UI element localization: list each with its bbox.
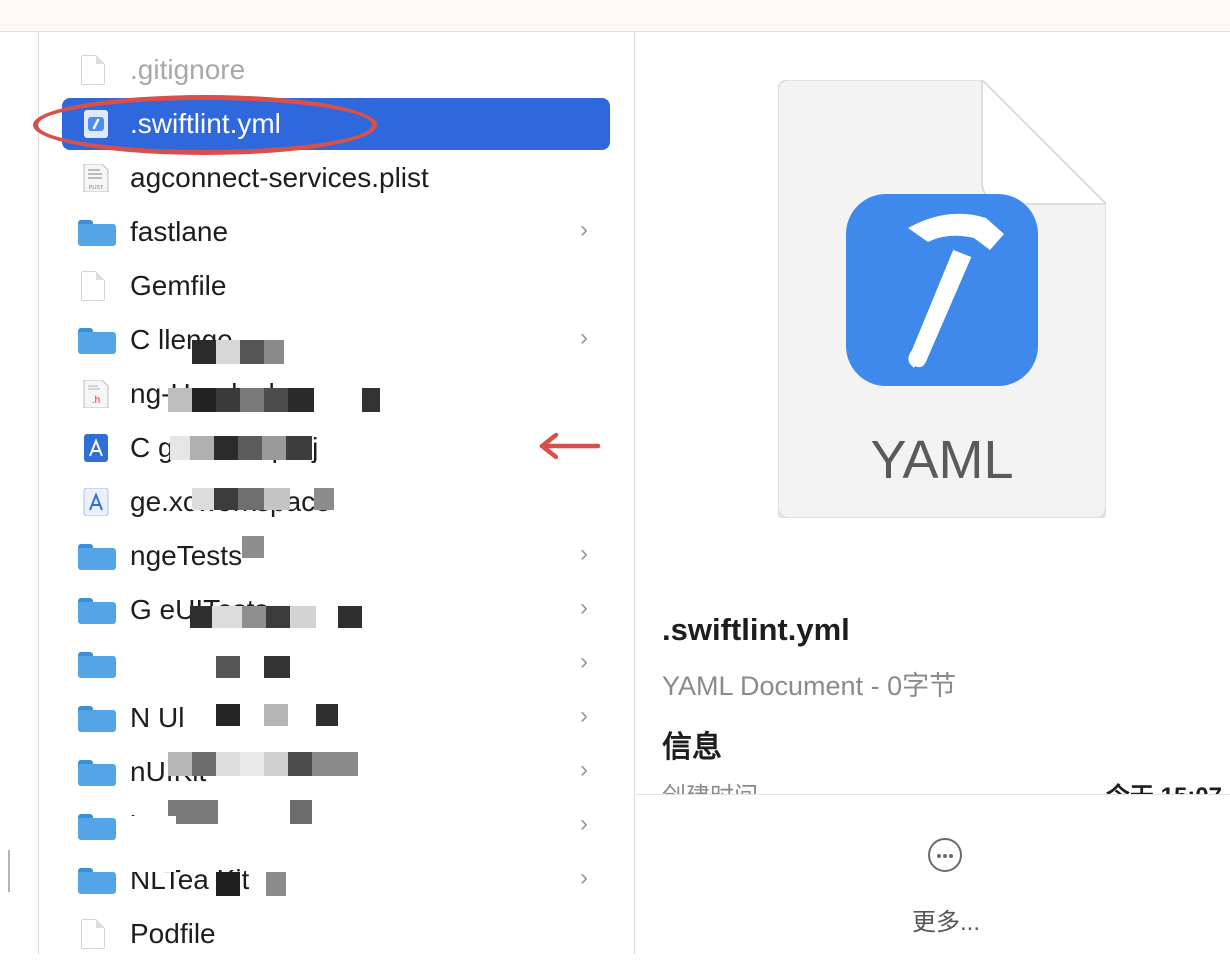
info-kind-size: YAML Document - 0字节 bbox=[662, 671, 957, 701]
svg-text:.h: .h bbox=[92, 395, 100, 406]
folder-icon bbox=[78, 758, 116, 786]
file-row[interactable]: ge.xcworkspace bbox=[62, 476, 610, 528]
document-icon bbox=[78, 55, 116, 85]
chevron-right-icon: › bbox=[580, 756, 588, 783]
header-file-icon: .h bbox=[78, 379, 116, 409]
xcodeproj-icon bbox=[78, 434, 116, 462]
folder-icon bbox=[78, 704, 116, 732]
folder-icon bbox=[78, 650, 116, 678]
file-name: Podfile bbox=[130, 918, 216, 949]
folder-icon bbox=[78, 218, 116, 246]
folder-icon bbox=[78, 542, 116, 570]
file-row[interactable]: PLIST agconnect-services.plist bbox=[62, 152, 610, 204]
file-row[interactable]: .hng-Header.h bbox=[62, 368, 610, 420]
chevron-right-icon: › bbox=[580, 594, 588, 621]
annotation-ellipse bbox=[33, 95, 377, 155]
document-icon bbox=[78, 919, 116, 949]
file-row[interactable]: C ge.xcodeproj bbox=[62, 422, 610, 474]
file-row[interactable]: fastlane › bbox=[62, 206, 610, 258]
sidebar-resize-handle[interactable] bbox=[8, 850, 10, 892]
xcworkspace-icon bbox=[78, 487, 116, 517]
chevron-right-icon: › bbox=[580, 810, 588, 837]
file-name: N Ul bbox=[130, 702, 185, 733]
file-name: agconnect-services.plist bbox=[130, 162, 429, 193]
sidebar-edge bbox=[0, 32, 39, 954]
preview-badge-text: YAML bbox=[870, 430, 1013, 490]
file-row[interactable]: C llenge › bbox=[62, 314, 610, 366]
info-separator bbox=[636, 794, 1230, 795]
file-name: ngeTests bbox=[130, 540, 243, 571]
ellipsis-circle-icon bbox=[928, 838, 962, 872]
plist-file-icon: PLIST bbox=[78, 163, 116, 193]
chevron-right-icon: › bbox=[580, 702, 588, 729]
file-row[interactable]: G eUITests› bbox=[62, 584, 610, 636]
file-row[interactable]: .gitignore bbox=[62, 44, 610, 96]
file-row[interactable]: Gemfile bbox=[62, 260, 610, 312]
file-name: Gemfile bbox=[130, 270, 227, 301]
info-created-label: 创建时间 bbox=[662, 776, 758, 794]
column-divider[interactable] bbox=[634, 32, 635, 954]
document-icon bbox=[78, 271, 116, 301]
chevron-right-icon: › bbox=[580, 216, 588, 243]
info-file-name: .swiftlint.yml bbox=[662, 612, 850, 647]
file-row[interactable]: ngeTests › bbox=[62, 530, 610, 582]
svg-text:PLIST: PLIST bbox=[89, 185, 103, 191]
chevron-right-icon: › bbox=[580, 648, 588, 675]
folder-icon bbox=[78, 866, 116, 894]
info-section-title: 信息 bbox=[662, 731, 722, 764]
annotation-arrow bbox=[539, 432, 601, 460]
more-label: 更多... bbox=[911, 909, 980, 936]
chevron-right-icon: › bbox=[580, 324, 588, 351]
file-row[interactable]: › bbox=[62, 638, 610, 690]
file-preview: YAML bbox=[778, 80, 1106, 518]
folder-icon bbox=[78, 326, 116, 354]
window-toolbar bbox=[0, 0, 1230, 32]
chevron-right-icon: › bbox=[580, 864, 588, 891]
file-name: fastlane bbox=[130, 216, 229, 247]
info-created-value: 今天 15:07 bbox=[1106, 776, 1222, 794]
more-button[interactable]: 更多... bbox=[904, 838, 988, 938]
file-row[interactable]: Podfile bbox=[62, 908, 610, 960]
info-created-row: 创建时间 今天 15:07 bbox=[662, 776, 1230, 794]
file-name: .gitignore bbox=[130, 54, 246, 85]
folder-icon bbox=[78, 596, 116, 624]
folder-icon bbox=[78, 812, 116, 840]
chevron-right-icon: › bbox=[580, 540, 588, 567]
